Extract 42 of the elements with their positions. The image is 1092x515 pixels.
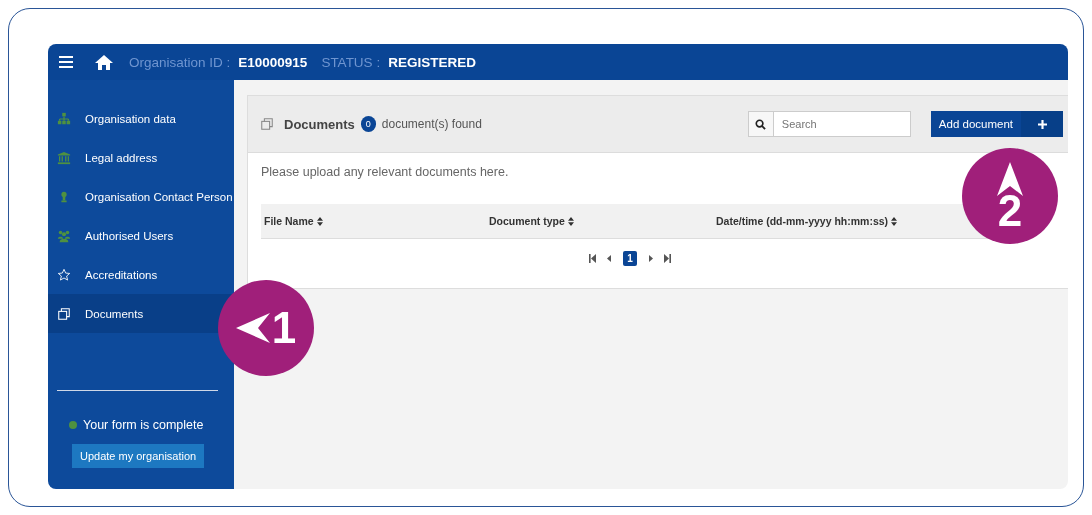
home-icon[interactable] [95, 54, 113, 70]
plus-icon [1037, 119, 1047, 129]
copy-icon [260, 117, 274, 131]
bank-icon [57, 150, 71, 165]
previous-page-icon[interactable] [606, 254, 614, 263]
sidebar-item[interactable]: Organisation Contact Person [48, 177, 234, 216]
upload-instructions: Please upload any relevant documents here. [260, 164, 510, 179]
document-count: 0 [360, 116, 376, 132]
column-header[interactable]: Date/time (dd-mm-yyyy hh:mm:ss) [716, 215, 889, 227]
sort-icon[interactable] [567, 216, 574, 226]
menu-icon[interactable] [59, 56, 73, 68]
status-value: REGISTERED [388, 54, 476, 70]
documents-found-label: document(s) found [381, 117, 482, 131]
users-icon [57, 228, 71, 243]
sidebar-item[interactable]: Legal address [48, 138, 234, 177]
next-page-icon[interactable] [646, 254, 654, 263]
organisation-id-label: Organisation ID : [129, 54, 231, 70]
status-label: STATUS : [321, 54, 381, 70]
organisation-id: E10000915 [238, 54, 308, 70]
first-page-icon[interactable] [589, 254, 597, 263]
column-header[interactable]: Document type [489, 215, 565, 227]
status-dot [69, 421, 77, 429]
arrow-icon [235, 313, 270, 343]
sitemap-icon [57, 111, 71, 126]
search-field[interactable]: Search [773, 111, 911, 137]
arrow-icon [997, 162, 1023, 196]
last-page-icon[interactable] [663, 254, 671, 263]
add-document-button[interactable]: Add document [930, 111, 1063, 137]
star-icon [57, 267, 71, 282]
sidebar-item[interactable]: Documents [48, 294, 234, 333]
column-header[interactable]: File Name [264, 215, 314, 227]
form-status: Your form is complete [83, 418, 204, 432]
sidebar-item[interactable]: Organisation data [48, 99, 234, 138]
page-button[interactable]: 1 [623, 251, 637, 266]
search-icon[interactable] [755, 118, 767, 130]
update-organisation-button[interactable]: Update my organisation [72, 444, 205, 468]
search-button[interactable] [747, 111, 774, 137]
documents-title: Documents [284, 116, 355, 132]
copy-icon [57, 306, 71, 321]
sort-icon[interactable] [891, 216, 898, 226]
sort-icon[interactable] [316, 216, 323, 226]
sidebar-item[interactable]: Authorised Users [48, 216, 234, 255]
